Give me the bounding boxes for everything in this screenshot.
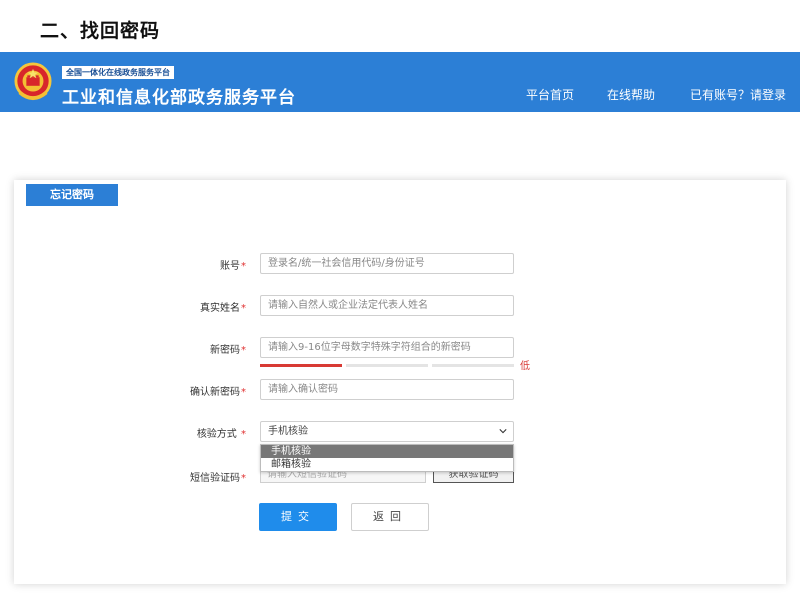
nav-link-login[interactable]: 已有账号？请登录 (690, 86, 786, 103)
nav-link-home[interactable]: 平台首页 (526, 86, 574, 103)
platform-slogan: 全国一体化在线政务服务平台 (62, 66, 174, 79)
chevron-down-icon (499, 429, 507, 434)
card-tab-forgot-password: 忘记密码 (26, 184, 118, 206)
real-name-label-text: 真实姓名 (200, 303, 240, 314)
top-header-bar: 全国一体化在线政务服务平台 工业和信息化部政务服务平台 平台首页 在线帮助 已有… (0, 52, 800, 112)
dropdown-option-email[interactable]: 邮箱核验 (261, 458, 513, 471)
account-label: 账号* (116, 257, 246, 272)
sms-code-label: 短信验证码* (116, 469, 246, 484)
verify-method-select[interactable]: 手机核验 (260, 421, 514, 442)
back-button[interactable]: 返回 (351, 503, 429, 531)
new-password-label-text: 新密码 (210, 345, 240, 356)
document-heading: 二、找回密码 (40, 20, 161, 42)
required-mark: * (241, 303, 246, 314)
required-mark: * (241, 429, 246, 440)
verify-method-label: 核验方式 * (116, 425, 246, 440)
new-password-label: 新密码* (116, 341, 246, 356)
new-password-input[interactable]: 请输入9-16位字母数字特殊字符组合的新密码 (260, 337, 514, 358)
confirm-password-input[interactable]: 请输入确认密码 (260, 379, 514, 400)
account-input[interactable]: 登录名/统一社会信用代码/身份证号 (260, 253, 514, 274)
strength-segment-2 (346, 364, 428, 367)
nav-link-help[interactable]: 在线帮助 (607, 86, 655, 103)
real-name-input[interactable]: 请输入自然人或企业法定代表人姓名 (260, 295, 514, 316)
submit-button[interactable]: 提交 (259, 503, 337, 531)
confirm-password-label: 确认新密码* (116, 383, 246, 398)
password-strength-text: 低 (520, 361, 530, 372)
required-mark: * (241, 261, 246, 272)
account-label-text: 账号 (220, 261, 240, 272)
account-placeholder: 登录名/统一社会信用代码/身份证号 (268, 258, 425, 269)
dropdown-option-phone[interactable]: 手机核验 (261, 445, 513, 458)
confirm-password-label-text: 确认新密码 (190, 387, 240, 398)
confirm-password-placeholder: 请输入确认密码 (268, 384, 338, 395)
national-emblem-icon (14, 62, 52, 101)
required-mark: * (241, 345, 246, 356)
required-mark: * (241, 387, 246, 398)
real-name-label: 真实姓名* (116, 299, 246, 314)
strength-segment-1 (260, 364, 342, 367)
site-title: 工业和信息化部政务服务平台 (62, 88, 296, 108)
new-password-placeholder: 请输入9-16位字母数字特殊字符组合的新密码 (268, 342, 471, 353)
required-mark: * (241, 473, 246, 484)
forgot-password-card: 忘记密码 账号* 登录名/统一社会信用代码/身份证号 真实姓名* 请输入自然人或… (14, 180, 786, 584)
sms-code-label-text: 短信验证码 (190, 473, 240, 484)
verify-method-selected-value: 手机核验 (268, 426, 308, 437)
verify-method-dropdown: 手机核验 邮箱核验 (260, 444, 514, 472)
strength-segment-3 (432, 364, 514, 367)
verify-method-label-text: 核验方式 (196, 429, 237, 440)
real-name-placeholder: 请输入自然人或企业法定代表人姓名 (268, 300, 428, 311)
